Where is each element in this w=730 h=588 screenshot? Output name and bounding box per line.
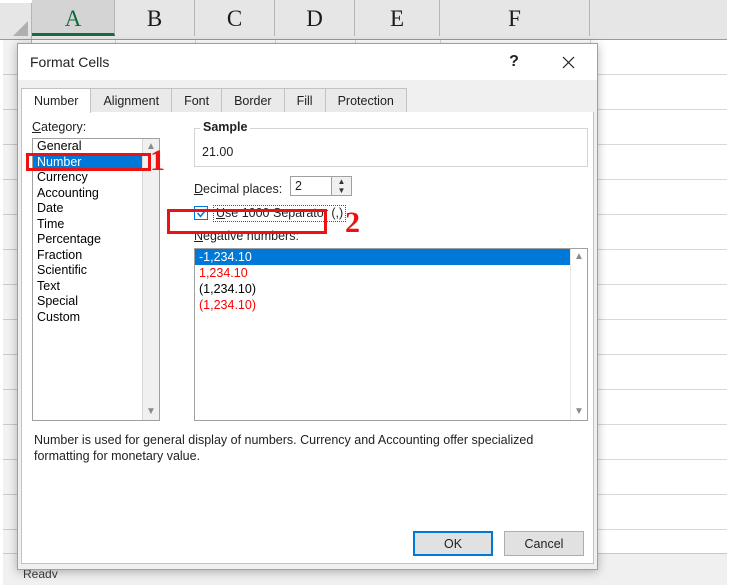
checkmark-icon xyxy=(196,207,208,219)
decimal-places-stepper[interactable]: ▲ ▼ xyxy=(332,176,352,196)
format-cells-dialog: Format Cells ? Number Alignment Font Bor… xyxy=(17,43,598,570)
decimal-places-label: Decimal places: xyxy=(194,182,282,196)
category-scrollbar[interactable]: ▲ ▼ xyxy=(142,139,159,420)
negative-numbers-label: Negative numbers: xyxy=(194,229,299,243)
category-item-custom[interactable]: Custom xyxy=(33,310,142,326)
column-header-f[interactable]: F xyxy=(440,0,590,36)
tab-fill[interactable]: Fill xyxy=(284,88,326,112)
category-listbox[interactable]: General Number Currency Accounting Date … xyxy=(32,138,160,421)
decimal-places-input[interactable] xyxy=(290,176,332,196)
category-items: General Number Currency Accounting Date … xyxy=(33,139,142,325)
category-label-rest: ategory: xyxy=(41,120,86,134)
category-item-text[interactable]: Text xyxy=(33,279,142,295)
column-header-b[interactable]: B xyxy=(115,0,195,36)
negative-item-1[interactable]: 1,234.10 xyxy=(195,265,570,281)
column-header-f-label: F xyxy=(508,6,521,31)
chevron-down-icon[interactable]: ▼ xyxy=(571,404,587,420)
category-item-general[interactable]: General xyxy=(33,139,142,155)
column-header-d[interactable]: D xyxy=(275,0,355,36)
tab-border-label: Border xyxy=(234,94,272,108)
dialog-title: Format Cells xyxy=(30,54,109,70)
select-all-triangle-icon xyxy=(13,21,28,36)
use-1000-separator-checkbox[interactable] xyxy=(194,206,208,220)
use-1000-separator-label-rest: se 1000 Separator (,) xyxy=(225,206,343,220)
category-item-number[interactable]: Number xyxy=(33,155,142,171)
cancel-button[interactable]: Cancel xyxy=(504,531,584,556)
tab-font[interactable]: Font xyxy=(171,88,222,112)
sample-value: 21.00 xyxy=(202,145,233,159)
category-item-date[interactable]: Date xyxy=(33,201,142,217)
tab-protection-label: Protection xyxy=(338,94,394,108)
category-item-fraction[interactable]: Fraction xyxy=(33,248,142,264)
tab-alignment[interactable]: Alignment xyxy=(90,88,172,112)
category-item-scientific[interactable]: Scientific xyxy=(33,263,142,279)
chevron-down-icon[interactable]: ▼ xyxy=(143,404,159,420)
tab-number-label: Number xyxy=(34,94,78,108)
column-header-b-label: B xyxy=(147,6,162,31)
sample-groupbox xyxy=(194,128,588,167)
close-x-icon[interactable] xyxy=(547,44,589,80)
negative-item-0[interactable]: -1,234.10 xyxy=(195,249,570,265)
column-header-e-label: E xyxy=(390,6,404,31)
tab-fill-label: Fill xyxy=(297,94,313,108)
tab-number[interactable]: Number xyxy=(21,88,91,113)
question-mark-icon[interactable]: ? xyxy=(493,44,535,80)
category-item-currency[interactable]: Currency xyxy=(33,170,142,186)
negative-numbers-items: -1,234.10 1,234.10 (1,234.10) (1,234.10) xyxy=(195,249,570,313)
spinner-down-icon[interactable]: ▼ xyxy=(332,186,351,195)
chevron-up-icon[interactable]: ▲ xyxy=(143,139,159,155)
select-all-corner-button[interactable] xyxy=(3,3,32,39)
column-header-a-label: A xyxy=(65,6,82,31)
dialog-tabstrip: Number Alignment Font Border Fill Protec… xyxy=(21,88,594,113)
tab-protection[interactable]: Protection xyxy=(325,88,407,112)
column-header-a[interactable]: A xyxy=(32,0,115,36)
column-header-c-label: C xyxy=(227,6,242,31)
tab-font-label: Font xyxy=(184,94,209,108)
negative-numbers-label-rest: egative numbers: xyxy=(203,229,299,243)
use-1000-separator-label[interactable]: Use 1000 Separator (,) xyxy=(213,205,346,222)
decimal-places-label-rest: ecimal places: xyxy=(203,182,282,196)
category-label: Category: xyxy=(32,120,86,134)
sample-legend: Sample xyxy=(200,120,250,134)
chevron-up-icon[interactable]: ▲ xyxy=(571,249,587,265)
column-header-d-label: D xyxy=(306,6,323,31)
negative-numbers-scrollbar[interactable]: ▲ ▼ xyxy=(570,249,587,420)
close-x-glyph xyxy=(562,56,575,69)
category-item-percentage[interactable]: Percentage xyxy=(33,232,142,248)
category-item-accounting[interactable]: Accounting xyxy=(33,186,142,202)
category-item-special[interactable]: Special xyxy=(33,294,142,310)
negative-item-3[interactable]: (1,234.10) xyxy=(195,297,570,313)
category-item-time[interactable]: Time xyxy=(33,217,142,233)
category-description: Number is used for general display of nu… xyxy=(34,432,582,464)
spinner-up-icon[interactable]: ▲ xyxy=(332,177,351,186)
column-header-e[interactable]: E xyxy=(355,0,440,36)
negative-item-2[interactable]: (1,234.10) xyxy=(195,281,570,297)
number-tab-panel: Category: General Number Currency Accoun… xyxy=(21,112,594,564)
tab-alignment-label: Alignment xyxy=(103,94,159,108)
tab-border[interactable]: Border xyxy=(221,88,285,112)
dialog-titlebar[interactable]: Format Cells ? xyxy=(18,44,597,80)
ok-button[interactable]: OK xyxy=(413,531,493,556)
column-header-g[interactable] xyxy=(590,0,727,36)
column-header-c[interactable]: C xyxy=(195,0,275,36)
negative-numbers-listbox[interactable]: -1,234.10 1,234.10 (1,234.10) (1,234.10)… xyxy=(194,248,588,421)
dialog-body: Number Alignment Font Border Fill Protec… xyxy=(18,80,597,569)
